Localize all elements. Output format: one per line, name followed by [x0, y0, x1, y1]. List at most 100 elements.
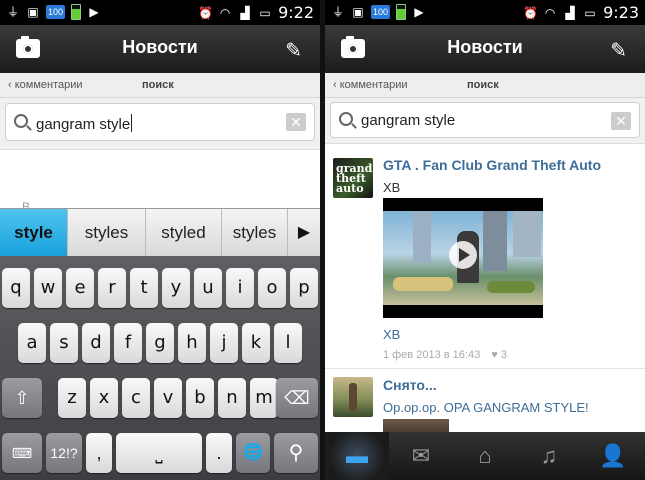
key-w[interactable]: w [34, 268, 62, 308]
key-x[interactable]: x [90, 378, 118, 418]
signal-icon: ▟ [240, 5, 250, 20]
search-input[interactable]: gangram style ✕ [5, 103, 315, 141]
post-text: Ор.ор.ор. OPA GANGRAM STYLE! [383, 400, 589, 415]
search-icon [339, 112, 353, 126]
key-z[interactable]: z [58, 378, 86, 418]
battery-small-icon [396, 4, 407, 20]
key-u[interactable]: u [194, 268, 222, 308]
post-caption[interactable]: ХВ [383, 327, 400, 342]
key-c[interactable]: c [122, 378, 150, 418]
search-bar: gangram style ✕ [325, 98, 645, 144]
key-i[interactable]: i [226, 268, 254, 308]
key-q[interactable]: q [2, 268, 30, 308]
key-a[interactable]: a [18, 323, 46, 363]
shift-key[interactable]: ⇧ [2, 378, 42, 418]
breadcrumb-back[interactable]: ‹ комментарии [333, 79, 408, 91]
results-feed: grand theft auto GTA . Fan Club Grand Thef… [325, 144, 645, 432]
video-thumbnail[interactable] [383, 198, 543, 318]
music-icon: ♫ [540, 443, 558, 468]
breadcrumb-back-label: комментарии [339, 79, 408, 91]
notification-badge: 100 [46, 5, 66, 19]
screen-search-results: ⏚ ▣ 100 ▶ ⏰ ◠ ▟ ▭ 9:23 Новости ✎ ‹ комме… [325, 0, 645, 480]
battery-icon: ▭ [584, 5, 596, 20]
breadcrumb-current: поиск [467, 79, 499, 91]
app-bar: Новости ✎ [325, 25, 645, 73]
list-item[interactable]: Снято... Ор.ор.ор. OPA GANGRAM STYLE! [325, 369, 645, 432]
suggestion-item[interactable]: style [0, 209, 68, 257]
key-n[interactable]: n [218, 378, 246, 418]
tab-mail[interactable]: ✉ [389, 432, 453, 480]
signal-icon: ▟ [565, 5, 575, 20]
android-icon: ▣ [27, 5, 39, 19]
bottom-tab-bar: ▬ ✉ ⌂ ♫ 👤 [325, 432, 645, 480]
home-icon: ⌂ [478, 443, 492, 468]
key-l[interactable]: l [274, 323, 302, 363]
post-meta: 1 фев 2013 в 16:43 ♥ 3 [383, 349, 507, 361]
key-d[interactable]: d [82, 323, 110, 363]
key-p[interactable]: p [290, 268, 318, 308]
suggestion-strip: style styles styled styles ▶ [0, 208, 320, 257]
key-v[interactable]: v [154, 378, 182, 418]
key-o[interactable]: o [258, 268, 286, 308]
key-y[interactable]: y [162, 268, 190, 308]
tab-profile[interactable]: 👤 [581, 432, 645, 480]
avatar[interactable]: grand theft auto [333, 158, 373, 198]
key-r[interactable]: r [98, 268, 126, 308]
symbols-key[interactable]: 12!? [46, 433, 82, 473]
clear-icon[interactable]: ✕ [286, 113, 306, 131]
wifi-icon: ◠ [544, 5, 556, 20]
pencil-icon[interactable]: ✎ [285, 38, 302, 63]
globe-icon[interactable]: 🌐 [236, 433, 270, 473]
video-icon: ▶ [89, 5, 99, 19]
post-title[interactable]: GTA . Fan Club Grand Theft Auto [383, 157, 601, 173]
post-image[interactable] [383, 419, 449, 432]
key-s[interactable]: s [50, 323, 78, 363]
search-value: gangram style [361, 112, 456, 129]
clear-icon[interactable]: ✕ [611, 112, 631, 130]
figure-shape [393, 277, 453, 291]
search-key[interactable]: ⚲ [274, 433, 318, 473]
period-key[interactable]: . [206, 433, 232, 473]
figure-shape [487, 281, 535, 293]
key-k[interactable]: k [242, 323, 270, 363]
key-h[interactable]: h [178, 323, 206, 363]
key-f[interactable]: f [114, 323, 142, 363]
usb-icon: ⏚ [331, 5, 344, 19]
mail-icon: ✉ [411, 443, 431, 468]
keyboard-switch-key[interactable]: ⌨ [2, 433, 42, 473]
search-input[interactable]: gangram style ✕ [330, 102, 640, 138]
suggestion-item[interactable]: styled [146, 209, 222, 257]
key-b[interactable]: b [186, 378, 214, 418]
comma-key[interactable]: , [86, 433, 112, 473]
space-key[interactable]: ⎵ [116, 433, 202, 473]
key-e[interactable]: e [66, 268, 94, 308]
page-title: Новости [122, 37, 198, 57]
post-title[interactable]: Снято... [383, 377, 437, 393]
pencil-icon[interactable]: ✎ [610, 38, 627, 63]
tab-home[interactable]: ⌂ [453, 432, 517, 480]
avatar[interactable] [333, 377, 373, 417]
breadcrumb-back-label: комментарии [14, 79, 83, 91]
tab-music[interactable]: ♫ [517, 432, 581, 480]
notification-badge: 100 [371, 5, 391, 19]
breadcrumb-back[interactable]: ‹ комментарии [8, 79, 83, 91]
key-j[interactable]: j [210, 323, 238, 363]
status-time: 9:22 [278, 3, 314, 22]
backspace-key[interactable]: ⌫ [276, 378, 318, 418]
suggestion-item[interactable]: styles [222, 209, 288, 257]
like-count: 3 [500, 349, 507, 361]
status-time: 9:23 [603, 3, 639, 22]
key-m[interactable]: m [250, 378, 278, 418]
tab-chat[interactable]: ▬ [325, 432, 389, 480]
soft-keyboard: q w e r t y u i o p a s d f g h j k l ⇧ … [0, 256, 320, 480]
play-icon[interactable] [449, 241, 477, 269]
key-g[interactable]: g [146, 323, 174, 363]
building-shape [513, 211, 541, 257]
status-bar: ⏚ ▣ 100 ▶ ⏰ ◠ ▟ ▭ 9:22 [0, 0, 320, 25]
suggestion-item[interactable]: styles [68, 209, 146, 257]
list-item[interactable]: grand theft auto GTA . Fan Club Grand Thef… [325, 144, 645, 369]
heart-icon[interactable]: ♥ [491, 349, 498, 361]
key-t[interactable]: t [130, 268, 158, 308]
more-suggestions-icon[interactable]: ▶ [288, 209, 320, 257]
breadcrumb-current: поиск [142, 79, 174, 91]
